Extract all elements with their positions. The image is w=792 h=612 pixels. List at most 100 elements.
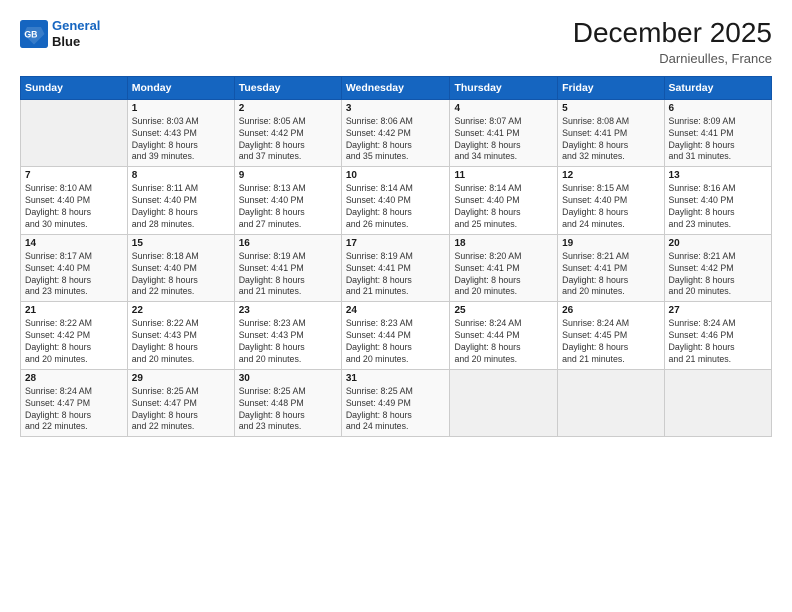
day-info: Sunrise: 8:11 AM Sunset: 4:40 PM Dayligh… xyxy=(132,183,230,231)
month-title: December 2025 xyxy=(573,18,772,49)
header-row: Sunday Monday Tuesday Wednesday Thursday… xyxy=(21,76,772,99)
calendar-week-2: 14 Sunrise: 8:17 AM Sunset: 4:40 PM Dayli… xyxy=(21,234,772,302)
calendar-day: 7 Sunrise: 8:10 AM Sunset: 4:40 PM Daylig… xyxy=(21,167,128,235)
calendar-day: 27 Sunrise: 8:24 AM Sunset: 4:46 PM Dayli… xyxy=(664,302,771,370)
calendar-table: Sunday Monday Tuesday Wednesday Thursday… xyxy=(20,76,772,438)
calendar-day: 21 Sunrise: 8:22 AM Sunset: 4:42 PM Dayli… xyxy=(21,302,128,370)
logo: GB General Blue xyxy=(20,18,100,49)
calendar-day: 9 Sunrise: 8:13 AM Sunset: 4:40 PM Daylig… xyxy=(234,167,341,235)
day-number: 21 xyxy=(25,305,123,316)
calendar-day: 18Sunrise: 8:20 AM Sunset: 4:41 PM Dayli… xyxy=(450,234,558,302)
day-info: Sunrise: 8:21 AM Sunset: 4:41 PM Dayligh… xyxy=(562,251,659,299)
day-number: 16 xyxy=(239,238,337,249)
calendar-day: 30 Sunrise: 8:25 AM Sunset: 4:48 PM Dayli… xyxy=(234,369,341,437)
day-info: Sunrise: 8:23 AM Sunset: 4:43 PM Dayligh… xyxy=(239,318,337,366)
header-sunday: Sunday xyxy=(21,76,128,99)
calendar-day: 26 Sunrise: 8:24 AM Sunset: 4:45 PM Dayli… xyxy=(558,302,664,370)
calendar-day: 16 Sunrise: 8:19 AM Sunset: 4:41 PM Dayli… xyxy=(234,234,341,302)
calendar-day: 22 Sunrise: 8:22 AM Sunset: 4:43 PM Dayli… xyxy=(127,302,234,370)
calendar-body: 1Sunrise: 8:03 AM Sunset: 4:43 PM Daylig… xyxy=(21,99,772,437)
day-info: Sunrise: 8:14 AM Sunset: 4:40 PM Dayligh… xyxy=(454,183,553,231)
day-number: 22 xyxy=(132,305,230,316)
day-number: 13 xyxy=(669,170,767,181)
calendar-day: 2 Sunrise: 8:05 AM Sunset: 4:42 PM Daylig… xyxy=(234,99,341,167)
calendar-header: Sunday Monday Tuesday Wednesday Thursday… xyxy=(21,76,772,99)
title-block: December 2025 Darnieulles, France xyxy=(573,18,772,66)
day-number: 7 xyxy=(25,170,123,181)
day-number: 24 xyxy=(346,305,446,316)
day-number: 2 xyxy=(239,103,337,114)
header: GB General Blue December 2025 Darnieulle… xyxy=(20,18,772,66)
calendar-day: 31 Sunrise: 8:25 AM Sunset: 4:49 PM Dayli… xyxy=(341,369,450,437)
day-number: 25 xyxy=(454,305,553,316)
day-number: 5 xyxy=(562,103,659,114)
calendar-day: 15Sunrise: 8:18 AM Sunset: 4:40 PM Dayli… xyxy=(127,234,234,302)
calendar-day: 10Sunrise: 8:14 AM Sunset: 4:40 PM Dayli… xyxy=(341,167,450,235)
day-number: 26 xyxy=(562,305,659,316)
calendar-day: 14 Sunrise: 8:17 AM Sunset: 4:40 PM Dayli… xyxy=(21,234,128,302)
calendar-day: 13 Sunrise: 8:16 AM Sunset: 4:40 PM Dayli… xyxy=(664,167,771,235)
day-info: Sunrise: 8:22 AM Sunset: 4:42 PM Dayligh… xyxy=(25,318,123,366)
day-number: 12 xyxy=(562,170,659,181)
day-number: 1 xyxy=(132,103,230,114)
calendar-day: 19 Sunrise: 8:21 AM Sunset: 4:41 PM Dayli… xyxy=(558,234,664,302)
header-saturday: Saturday xyxy=(664,76,771,99)
calendar-day: 23Sunrise: 8:23 AM Sunset: 4:43 PM Dayli… xyxy=(234,302,341,370)
day-number: 17 xyxy=(346,238,446,249)
day-number: 14 xyxy=(25,238,123,249)
day-info: Sunrise: 8:25 AM Sunset: 4:48 PM Dayligh… xyxy=(239,386,337,434)
day-number: 28 xyxy=(25,373,123,384)
day-number: 6 xyxy=(669,103,767,114)
calendar-week-0: 1Sunrise: 8:03 AM Sunset: 4:43 PM Daylig… xyxy=(21,99,772,167)
day-info: Sunrise: 8:17 AM Sunset: 4:40 PM Dayligh… xyxy=(25,251,123,299)
day-info: Sunrise: 8:19 AM Sunset: 4:41 PM Dayligh… xyxy=(239,251,337,299)
logo-icon: GB xyxy=(20,20,48,48)
day-info: Sunrise: 8:05 AM Sunset: 4:42 PM Dayligh… xyxy=(239,116,337,164)
day-info: Sunrise: 8:24 AM Sunset: 4:45 PM Dayligh… xyxy=(562,318,659,366)
day-number: 11 xyxy=(454,170,553,181)
day-info: Sunrise: 8:16 AM Sunset: 4:40 PM Dayligh… xyxy=(669,183,767,231)
day-number: 30 xyxy=(239,373,337,384)
day-info: Sunrise: 8:21 AM Sunset: 4:42 PM Dayligh… xyxy=(669,251,767,299)
logo-text: General Blue xyxy=(52,18,100,49)
calendar-day: 8 Sunrise: 8:11 AM Sunset: 4:40 PM Daylig… xyxy=(127,167,234,235)
day-info: Sunrise: 8:25 AM Sunset: 4:49 PM Dayligh… xyxy=(346,386,446,434)
day-number: 31 xyxy=(346,373,446,384)
svg-text:GB: GB xyxy=(24,29,37,39)
calendar-day: 25Sunrise: 8:24 AM Sunset: 4:44 PM Dayli… xyxy=(450,302,558,370)
day-number: 27 xyxy=(669,305,767,316)
calendar-day: 28 Sunrise: 8:24 AM Sunset: 4:47 PM Dayli… xyxy=(21,369,128,437)
calendar-day: 17Sunrise: 8:19 AM Sunset: 4:41 PM Dayli… xyxy=(341,234,450,302)
day-info: Sunrise: 8:09 AM Sunset: 4:41 PM Dayligh… xyxy=(669,116,767,164)
calendar-day: 1Sunrise: 8:03 AM Sunset: 4:43 PM Daylig… xyxy=(127,99,234,167)
calendar-day: 5 Sunrise: 8:08 AM Sunset: 4:41 PM Daylig… xyxy=(558,99,664,167)
day-number: 8 xyxy=(132,170,230,181)
calendar-day xyxy=(558,369,664,437)
calendar-day: 20 Sunrise: 8:21 AM Sunset: 4:42 PM Dayli… xyxy=(664,234,771,302)
calendar-week-3: 21 Sunrise: 8:22 AM Sunset: 4:42 PM Dayli… xyxy=(21,302,772,370)
day-info: Sunrise: 8:07 AM Sunset: 4:41 PM Dayligh… xyxy=(454,116,553,164)
calendar-day: 12 Sunrise: 8:15 AM Sunset: 4:40 PM Dayli… xyxy=(558,167,664,235)
day-info: Sunrise: 8:14 AM Sunset: 4:40 PM Dayligh… xyxy=(346,183,446,231)
calendar-day xyxy=(21,99,128,167)
day-info: Sunrise: 8:22 AM Sunset: 4:43 PM Dayligh… xyxy=(132,318,230,366)
day-info: Sunrise: 8:24 AM Sunset: 4:47 PM Dayligh… xyxy=(25,386,123,434)
day-info: Sunrise: 8:24 AM Sunset: 4:46 PM Dayligh… xyxy=(669,318,767,366)
day-number: 9 xyxy=(239,170,337,181)
header-wednesday: Wednesday xyxy=(341,76,450,99)
calendar-day: 24Sunrise: 8:23 AM Sunset: 4:44 PM Dayli… xyxy=(341,302,450,370)
day-info: Sunrise: 8:10 AM Sunset: 4:40 PM Dayligh… xyxy=(25,183,123,231)
day-number: 20 xyxy=(669,238,767,249)
day-info: Sunrise: 8:08 AM Sunset: 4:41 PM Dayligh… xyxy=(562,116,659,164)
calendar-day: 3Sunrise: 8:06 AM Sunset: 4:42 PM Daylig… xyxy=(341,99,450,167)
calendar-day: 29Sunrise: 8:25 AM Sunset: 4:47 PM Dayli… xyxy=(127,369,234,437)
day-info: Sunrise: 8:13 AM Sunset: 4:40 PM Dayligh… xyxy=(239,183,337,231)
day-number: 15 xyxy=(132,238,230,249)
calendar-day xyxy=(664,369,771,437)
calendar-day: 4Sunrise: 8:07 AM Sunset: 4:41 PM Daylig… xyxy=(450,99,558,167)
subtitle: Darnieulles, France xyxy=(573,51,772,66)
day-info: Sunrise: 8:25 AM Sunset: 4:47 PM Dayligh… xyxy=(132,386,230,434)
day-info: Sunrise: 8:15 AM Sunset: 4:40 PM Dayligh… xyxy=(562,183,659,231)
day-number: 19 xyxy=(562,238,659,249)
day-number: 18 xyxy=(454,238,553,249)
